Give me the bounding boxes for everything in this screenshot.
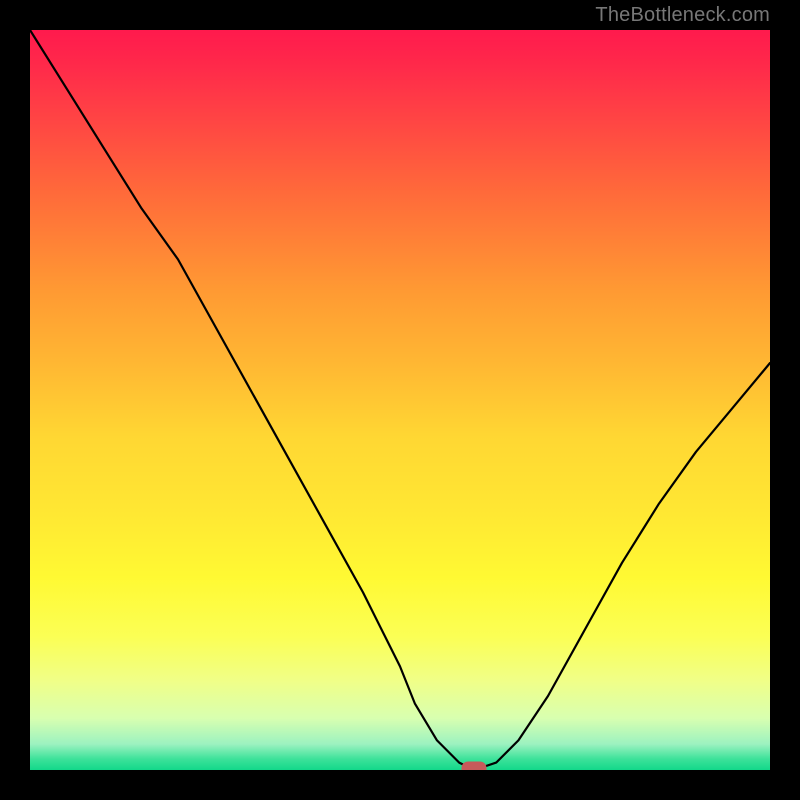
optimal-point-marker [462,762,486,770]
curve-svg [30,30,770,770]
bottleneck-curve [30,30,770,770]
watermark-label: TheBottleneck.com [595,4,770,27]
chart-container: TheBottleneck.com [0,0,800,800]
plot-area [30,30,770,770]
